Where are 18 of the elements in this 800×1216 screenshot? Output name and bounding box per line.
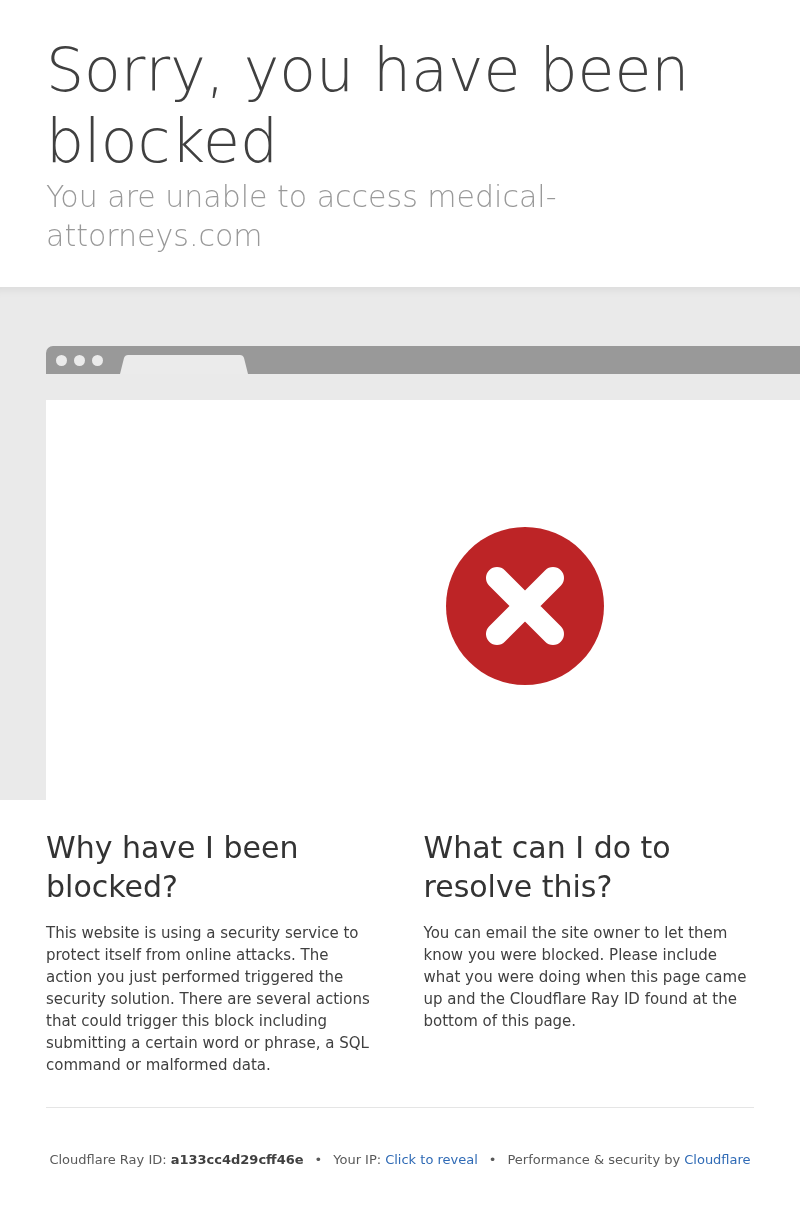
page-subtitle: You are unable to access medical-attorneys.com [46, 178, 558, 255]
footer-link[interactable]: Click to reveal [385, 1150, 478, 1170]
section-paragraph: This website is using a security service to protect itself from online attacks. The action you just performed triggered the security solution. There are several actions that could trigger this block including submitting a certain word or phrase, a SQL command or malformed data. [46, 923, 371, 1076]
separator-dot: • [314, 1151, 323, 1169]
error-x-icon [446, 527, 604, 685]
ray-id-value: a133cc4d29cff46e [170, 1151, 304, 1169]
footer-label: Your IP: [333, 1151, 382, 1169]
section-paragraph: You can email the site owner to let them know you were blocked. Please include what you were doing when this page came up and the Cloudflare Ray ID found at the bottom of this page. [423, 923, 748, 1032]
ray-id-label: Cloudflare Ray ID: [49, 1151, 167, 1169]
section-heading: What can I do to resolve this? [423, 829, 672, 906]
separator-dot: • [488, 1151, 497, 1169]
footer-label: Performance & security by [507, 1151, 681, 1169]
footer-link[interactable]: Cloudflare [684, 1150, 751, 1170]
page-title: Sorry, you have been blocked [46, 35, 691, 177]
window-dot-icon [92, 354, 103, 366]
window-dot-icon [56, 354, 67, 366]
window-dot-icon [74, 354, 85, 366]
section-heading: Why have I been blocked? [46, 829, 300, 906]
